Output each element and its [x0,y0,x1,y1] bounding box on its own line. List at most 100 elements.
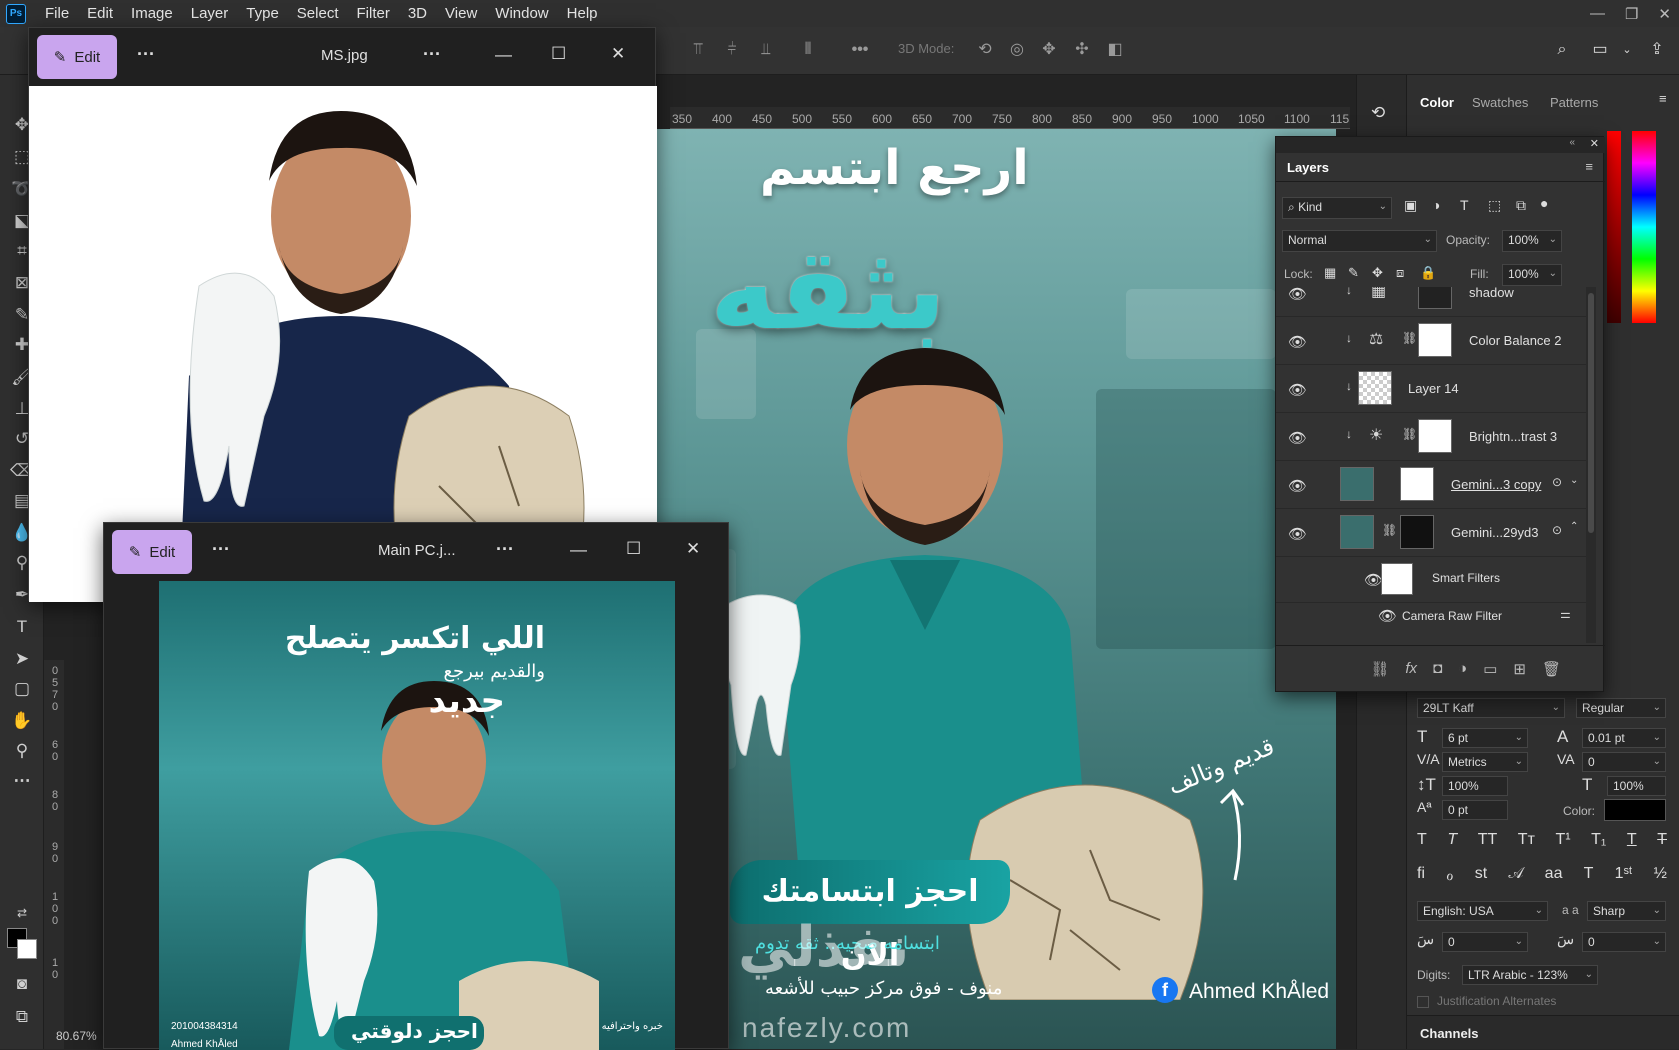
distribute-icon[interactable]: ⦀ [798,40,818,60]
align-middle-icon[interactable]: ⫩ [722,40,742,60]
font-family-select[interactable]: 29LT Kaff ⌄ [1417,698,1565,718]
photo-viewer-window-ms[interactable]: ✎ Edit ··· MS.jpg ··· — ☐ ✕ [28,27,657,602]
menu-view[interactable]: View [436,0,486,27]
all-caps-icon[interactable]: TT [1478,831,1498,855]
pan-3d-icon[interactable]: ✥ [1039,40,1059,60]
strikethrough-icon[interactable]: T [1657,831,1667,855]
restore-button[interactable]: ❐ [1625,5,1638,23]
layer-row[interactable]: 👁 ↓ Layer 14 [1276,365,1586,413]
layer-row[interactable]: 👁 ↓ ⚖ ⛓ Color Balance 2 [1276,317,1586,365]
ligature-icon[interactable]: ﬁ [1417,865,1425,889]
menu-file[interactable]: File [36,0,78,27]
more-options-icon[interactable]: ••• [850,40,870,60]
menu-image[interactable]: Image [122,0,182,27]
path-select-icon[interactable]: ➤ [10,647,34,671]
align-bottom-icon[interactable]: ⫫ [756,40,776,60]
screen-mode-icon[interactable]: ⧉ [10,1005,34,1029]
layer-row[interactable]: 👁 ↓ ☀ ⛓ Brightn...trast 3 [1276,413,1586,461]
menu-edit[interactable]: Edit [78,0,122,27]
tab-patterns[interactable]: Patterns [1550,95,1598,110]
scrollbar-thumb[interactable] [1588,293,1594,533]
search-icon[interactable]: ⌕ [1552,40,1572,60]
underline-icon[interactable]: T [1627,831,1637,855]
blend-mode-select[interactable]: Normal ⌄ [1282,230,1437,252]
collapse-icon[interactable]: « [1569,137,1575,148]
small-caps-icon[interactable]: Tт [1518,831,1535,855]
smart-filters-row[interactable]: 👁 Smart Filters [1276,557,1586,603]
tab-swatches[interactable]: Swatches [1472,95,1528,110]
more-options-icon[interactable]: ··· [496,539,514,560]
layer-row[interactable]: 👁 Gemini...3 copy ⊙ ⌄ [1276,461,1586,509]
add-mask-icon[interactable]: ◘ [1433,660,1442,677]
type-tool-icon[interactable]: T [10,615,34,639]
shape-filter-icon[interactable]: ⬚ [1488,197,1501,214]
photo-viewer-window-main[interactable]: ✎ Edit ··· Main PC.j... ··· — ☐ ✕ اللي ا… [103,522,729,1050]
filter-options-icon[interactable]: ⚌ [1560,607,1571,621]
lock-artboard-icon[interactable]: ⧈ [1396,265,1404,281]
new-layer-icon[interactable]: ⊞ [1513,660,1526,678]
close-panel-icon[interactable]: ✕ [1590,137,1599,150]
menu-window[interactable]: Window [486,0,557,27]
panel-menu-icon[interactable]: ≡ [1585,159,1593,174]
ordinals-icon[interactable]: 1ˢᵗ [1615,865,1633,889]
more-options-icon[interactable]: ··· [212,539,230,560]
visibility-eye-icon[interactable]: 👁 [1288,477,1307,495]
visibility-eye-icon[interactable]: 👁 [1288,287,1307,303]
layer-row[interactable]: 👁 ↓ ▦ shadow [1276,287,1586,317]
smart-object-filter-icon[interactable]: ⧉ [1516,197,1526,214]
ornaments-icon[interactable]: T [1584,865,1594,889]
color-field[interactable] [1607,131,1621,323]
minimize-icon[interactable]: — [570,540,587,560]
tab-channels[interactable]: Channels [1420,1026,1479,1041]
panel-drag-bar[interactable]: « ✕ [1276,137,1605,153]
chevron-down-icon[interactable]: ⌄ [1617,40,1637,60]
close-button[interactable]: ✕ [1658,5,1671,23]
type-filter-icon[interactable]: T [1460,197,1469,213]
lock-transparent-icon[interactable]: ▦ [1324,265,1336,281]
menu-select[interactable]: Select [288,0,348,27]
new-group-icon[interactable]: ▭ [1483,660,1497,678]
lock-pixels-icon[interactable]: ✎ [1348,265,1359,281]
zoom-tool-icon[interactable]: ⚲ [10,739,34,763]
font-style-select[interactable]: Regular ⌄ [1576,698,1666,718]
layers-title[interactable]: Layers [1287,160,1329,175]
panel-menu-icon[interactable]: ≡ [1659,91,1667,106]
superscript-icon[interactable]: T¹ [1555,831,1570,855]
menu-filter[interactable]: Filter [348,0,399,27]
smart-filter-icon[interactable]: ⊙ [1552,475,1562,489]
chevron-up-icon[interactable]: ⌃ [1570,521,1578,532]
filter-row[interactable]: 👁 Camera Raw Filter ⚌ [1276,603,1586,629]
menu-layer[interactable]: Layer [182,0,238,27]
minimize-button[interactable]: — [1590,5,1605,22]
quick-mask-icon[interactable]: ◙ [10,972,34,996]
fractions-icon[interactable]: ½ [1654,865,1667,889]
scale-3d-icon[interactable]: ◧ [1105,40,1125,60]
swash-icon[interactable]: st [1475,865,1487,889]
slide-3d-icon[interactable]: ✣ [1072,40,1092,60]
close-icon[interactable]: ✕ [686,539,700,559]
chevron-down-icon[interactable]: ⌄ [1570,475,1578,486]
subscript-icon[interactable]: T₁ [1591,831,1606,855]
more-tools-icon[interactable]: ⋯ [10,769,34,793]
adjustment-layer-icon[interactable]: ◑ [1458,660,1467,677]
justification-checkbox[interactable] [1417,996,1429,1008]
link-layers-icon[interactable]: ⛓ [1370,660,1389,678]
trash-icon[interactable]: 🗑 [1542,660,1561,678]
baseline-shift-field[interactable]: 0 pt [1442,800,1508,820]
swap-colors-icon[interactable]: ⇄ [10,901,34,925]
adjustment-filter-icon[interactable]: ◑ [1432,197,1440,213]
language-select[interactable]: English: USA ⌄ [1417,901,1548,921]
lock-position-icon[interactable]: ✥ [1372,265,1383,281]
tracking-field[interactable]: 0 ⌄ [1582,752,1666,772]
close-icon[interactable]: ✕ [611,44,625,64]
shape-tool-icon[interactable]: ▢ [10,677,34,701]
visibility-eye-icon[interactable]: 👁 [1288,429,1307,447]
tab-color[interactable]: Color [1420,95,1454,110]
visibility-eye-icon[interactable]: 👁 [1288,333,1307,351]
antialias-select[interactable]: Sharp ⌄ [1587,901,1666,921]
minimize-icon[interactable]: — [495,45,512,65]
layers-scrollbar[interactable] [1586,287,1596,643]
layer-row[interactable]: 👁 ⛓ Gemini...29yd3 ⊙ ⌃ [1276,509,1586,557]
faux-italic-icon[interactable]: T [1447,831,1457,855]
visibility-eye-icon[interactable]: 👁 [1288,525,1307,543]
